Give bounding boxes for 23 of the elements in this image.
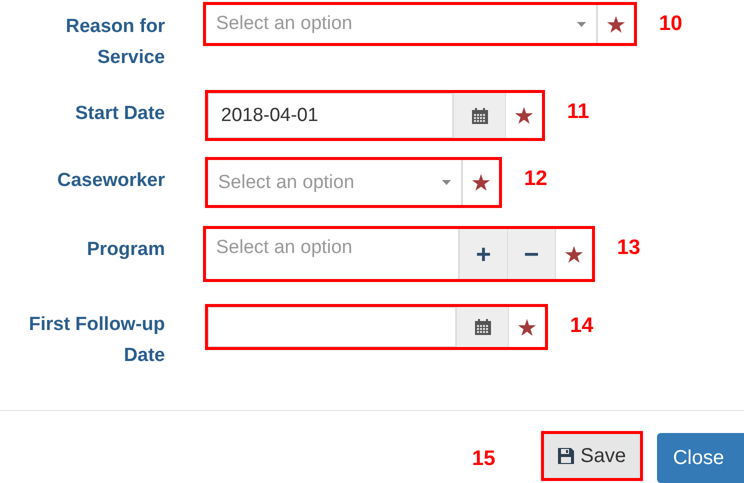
close-button[interactable]: Close bbox=[656, 433, 744, 483]
callout-number: 14 bbox=[570, 314, 594, 338]
calendar-icon bbox=[474, 318, 492, 336]
field-label: Caseworker bbox=[56, 169, 165, 193]
callout-number: 10 bbox=[659, 12, 682, 36]
calendar-button[interactable] bbox=[453, 93, 505, 138]
callout-number: 15 bbox=[472, 447, 496, 471]
callout-number: 13 bbox=[617, 236, 640, 260]
calendar-button[interactable] bbox=[456, 307, 508, 347]
date-field[interactable] bbox=[208, 307, 456, 347]
caret-icon bbox=[442, 180, 451, 185]
callout-number: 11 bbox=[567, 100, 590, 124]
calendar-icon bbox=[470, 106, 488, 124]
add-button[interactable]: + bbox=[459, 229, 507, 279]
save-button[interactable]: Save bbox=[544, 434, 640, 478]
field-label: Start Date bbox=[74, 102, 165, 126]
date-field[interactable]: 2018-04-01 bbox=[208, 93, 453, 138]
field-label: Program bbox=[86, 238, 165, 262]
field-label: First Follow-up Date bbox=[28, 313, 165, 368]
caret-icon bbox=[577, 22, 586, 26]
remove-button[interactable]: − bbox=[507, 229, 555, 279]
field-label: Reason for Service bbox=[64, 15, 165, 70]
callout-number: 12 bbox=[524, 167, 548, 191]
